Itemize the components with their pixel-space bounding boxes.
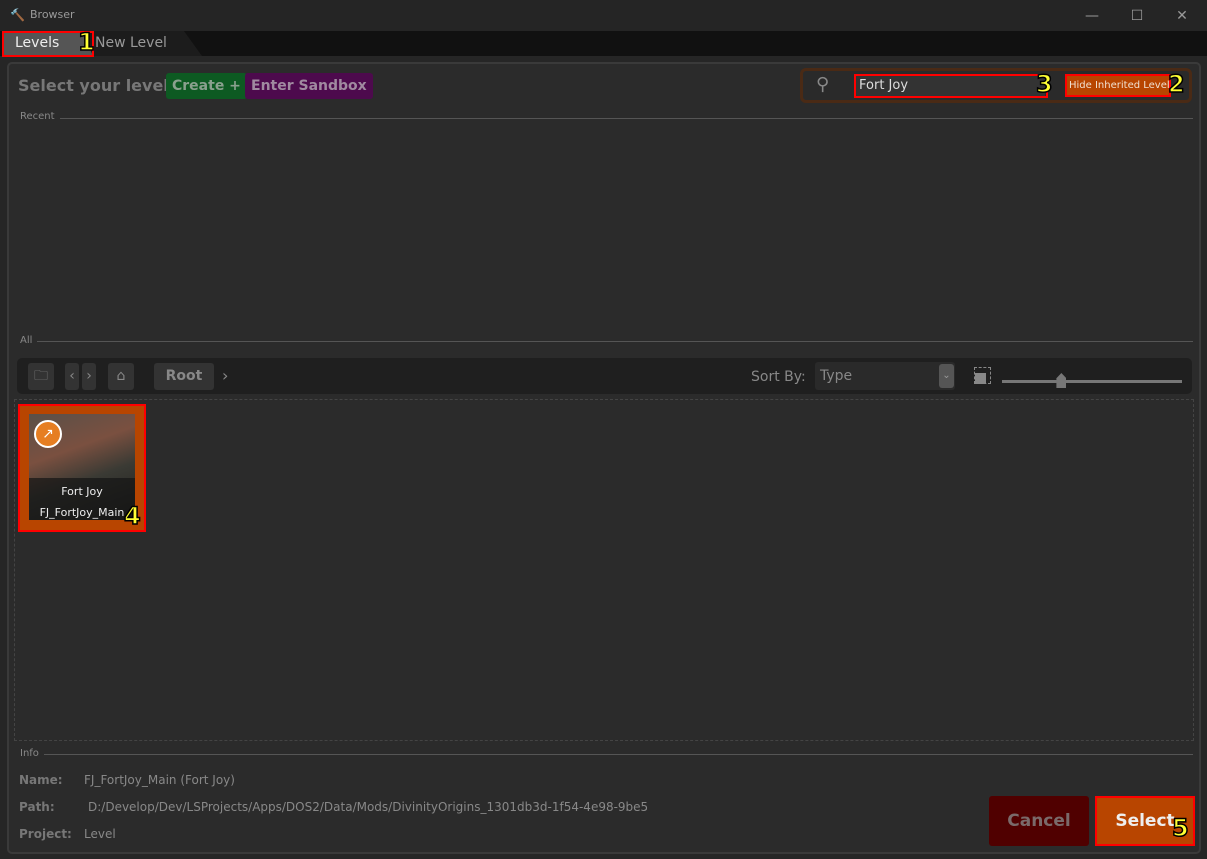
search-input[interactable] xyxy=(855,74,1045,97)
forward-icon[interactable]: › xyxy=(82,363,96,390)
open-external-icon[interactable]: ↗ xyxy=(34,420,62,448)
tab-label: Levels xyxy=(15,35,60,51)
annotation-number: 1 xyxy=(77,27,95,57)
path-label: Path: xyxy=(19,800,55,814)
enter-sandbox-button[interactable]: Enter Sandbox xyxy=(245,73,373,99)
name-label: Name: xyxy=(19,773,63,787)
title-bar: 🔨 Browser — ☐ ✕ xyxy=(0,0,1207,31)
back-icon[interactable]: ‹ xyxy=(65,363,79,390)
breadcrumb-root[interactable]: Root xyxy=(154,363,214,390)
recent-section-label: Recent xyxy=(20,111,55,122)
annotation-number: 5 xyxy=(1171,813,1189,843)
tab-new-level[interactable]: New Level xyxy=(82,31,202,56)
tab-label: New Level xyxy=(95,35,167,51)
annotation-number: 4 xyxy=(123,501,141,531)
window-title: Browser xyxy=(30,8,75,21)
page-title: Select your level xyxy=(18,76,169,95)
hide-inherited-levels-button[interactable]: Hide Inherited Levels xyxy=(1066,75,1170,96)
annotation-number: 2 xyxy=(1167,69,1185,99)
path-value: D:/Develop/Dev/LSProjects/Apps/DOS2/Data… xyxy=(88,800,649,814)
level-title: Fort Joy xyxy=(61,485,103,498)
search-icon: ⚲ xyxy=(816,74,830,95)
tab-bar: New Level Levels xyxy=(0,31,1207,56)
info-section-label: Info xyxy=(20,748,39,759)
sort-value: Type xyxy=(820,368,853,384)
maximize-icon[interactable]: ☐ xyxy=(1127,6,1147,26)
thumbnail-size-icon xyxy=(974,367,991,384)
home-icon[interactable]: ⌂ xyxy=(108,363,134,390)
sort-by-label: Sort By: xyxy=(751,369,806,385)
project-label: Project: xyxy=(19,827,72,841)
divider xyxy=(44,754,1193,755)
divider xyxy=(60,118,1193,119)
app-icon: 🔨 xyxy=(10,8,25,22)
minimize-icon[interactable]: — xyxy=(1082,6,1102,26)
name-value: FJ_FortJoy_Main (Fort Joy) xyxy=(84,773,235,787)
project-value: Level xyxy=(84,827,116,841)
thumbnail-size-slider[interactable] xyxy=(1002,380,1182,383)
chevron-down-icon: ⌄ xyxy=(939,364,954,388)
cancel-button[interactable]: Cancel xyxy=(989,796,1089,846)
all-section-label: All xyxy=(20,335,33,346)
sort-by-select[interactable]: Type ⌄ xyxy=(815,362,955,390)
divider xyxy=(37,341,1193,342)
chevron-right-icon[interactable]: › xyxy=(222,366,228,385)
new-folder-icon[interactable]: 🗀 xyxy=(28,363,54,390)
close-icon[interactable]: ✕ xyxy=(1172,6,1192,26)
level-grid xyxy=(14,399,1194,741)
create-button[interactable]: Create + xyxy=(166,73,247,99)
annotation-number: 3 xyxy=(1035,69,1053,99)
